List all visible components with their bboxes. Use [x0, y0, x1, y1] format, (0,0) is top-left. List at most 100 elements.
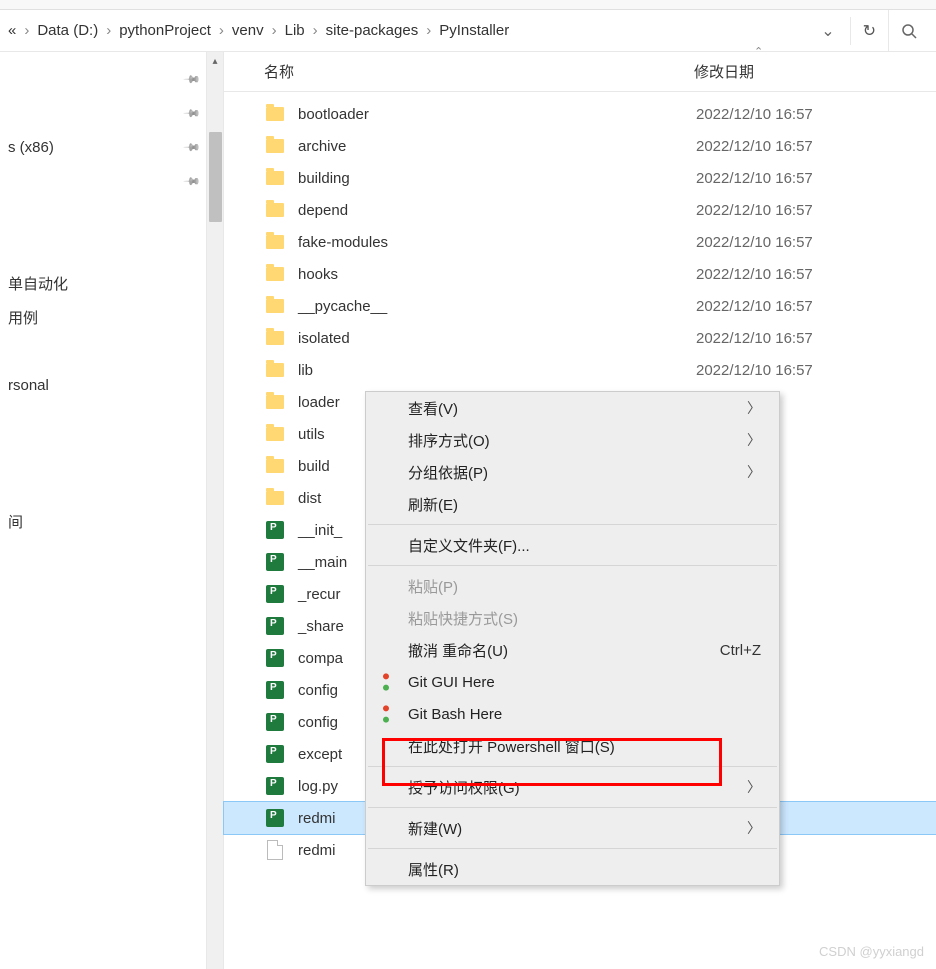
- pin-icon: 📌: [183, 70, 202, 89]
- menu-label: 新建(W): [408, 818, 462, 839]
- menu-label: 在此处打开 Powershell 窗口(S): [408, 736, 615, 757]
- breadcrumb-item[interactable]: PyInstaller: [439, 22, 509, 39]
- git-icon: [376, 704, 396, 724]
- python-file-icon: [264, 807, 286, 829]
- breadcrumb-item[interactable]: venv: [232, 22, 264, 39]
- file-row[interactable]: lib2022/12/10 16:57: [224, 354, 936, 386]
- sidebar-scrollbar[interactable]: ▴: [206, 52, 223, 969]
- menu-label: 属性(R): [408, 859, 459, 880]
- python-file-icon: [264, 583, 286, 605]
- menu-custom-folder[interactable]: 自定义文件夹(F)...: [366, 529, 779, 561]
- file-row[interactable]: isolated2022/12/10 16:57: [224, 322, 936, 354]
- menu-paste-shortcut: 粘贴快捷方式(S): [366, 602, 779, 634]
- python-file-icon: [264, 743, 286, 765]
- file-name: isolated: [298, 330, 696, 347]
- file-date: 2022/12/10 16:57: [696, 106, 813, 123]
- sidebar-item-label: s (x86): [8, 139, 54, 156]
- menu-label: 粘贴(P): [408, 576, 458, 597]
- menu-separator: [368, 524, 777, 525]
- python-file-icon: [264, 551, 286, 573]
- file-row[interactable]: hooks2022/12/10 16:57: [224, 258, 936, 290]
- chevron-right-icon: ›: [219, 22, 224, 39]
- folder-icon: [264, 199, 286, 221]
- chevron-right-icon: 〉: [747, 818, 761, 838]
- menu-paste: 粘贴(P): [366, 570, 779, 602]
- file-name: fake-modules: [298, 234, 696, 251]
- sidebar-item[interactable]: 📌: [0, 62, 223, 96]
- folder-icon: [264, 135, 286, 157]
- breadcrumb-item[interactable]: Lib: [285, 22, 305, 39]
- python-file-icon: [264, 775, 286, 797]
- file-date: 2022/12/10 16:57: [696, 202, 813, 219]
- file-row[interactable]: depend2022/12/10 16:57: [224, 194, 936, 226]
- git-icon: [376, 672, 396, 692]
- chevron-right-icon: 〉: [747, 462, 761, 482]
- column-header-name[interactable]: 名称: [264, 61, 694, 82]
- sidebar-item[interactable]: s (x86)📌: [0, 130, 223, 164]
- folder-icon: [264, 455, 286, 477]
- search-button[interactable]: [888, 10, 928, 51]
- sidebar-item[interactable]: [0, 334, 223, 368]
- sidebar-item[interactable]: rsonal: [0, 368, 223, 402]
- folder-icon: [264, 391, 286, 413]
- refresh-button[interactable]: ↻: [850, 17, 888, 45]
- sidebar-item[interactable]: 间: [0, 504, 223, 538]
- sidebar-item[interactable]: 单自动化: [0, 266, 223, 300]
- column-date-label: 修改日期: [694, 64, 754, 81]
- file-row[interactable]: fake-modules2022/12/10 16:57: [224, 226, 936, 258]
- sidebar-item[interactable]: 📌: [0, 96, 223, 130]
- menu-access[interactable]: 授予访问权限(G)〉: [366, 771, 779, 803]
- breadcrumb-start[interactable]: «: [8, 22, 16, 39]
- chevron-right-icon: ›: [313, 22, 318, 39]
- menu-new[interactable]: 新建(W) 〉: [366, 812, 779, 844]
- sidebar-item[interactable]: [0, 436, 223, 470]
- sidebar-item[interactable]: [0, 402, 223, 436]
- scroll-up-icon[interactable]: ▴: [207, 52, 223, 70]
- menu-powershell[interactable]: 在此处打开 Powershell 窗口(S): [366, 730, 779, 762]
- menu-label: 分组依据(P): [408, 462, 488, 483]
- path-dropdown-button[interactable]: ⌄: [811, 17, 844, 45]
- menu-label: 刷新(E): [408, 494, 458, 515]
- menu-sort[interactable]: 排序方式(O)〉: [366, 424, 779, 456]
- menu-properties[interactable]: 属性(R): [366, 853, 779, 885]
- python-file-icon: [264, 519, 286, 541]
- chevron-right-icon: ›: [426, 22, 431, 39]
- menu-label: 授予访问权限(G): [408, 777, 520, 798]
- menu-refresh[interactable]: 刷新(E): [366, 488, 779, 520]
- file-date: 2022/12/10 16:57: [696, 330, 813, 347]
- file-row[interactable]: bootloader2022/12/10 16:57: [224, 98, 936, 130]
- sidebar-item[interactable]: [0, 232, 223, 266]
- python-file-icon: [264, 647, 286, 669]
- scroll-thumb[interactable]: [209, 132, 222, 222]
- sidebar-item[interactable]: 用例: [0, 300, 223, 334]
- menu-label: 排序方式(O): [408, 430, 490, 451]
- breadcrumb-item[interactable]: pythonProject: [119, 22, 211, 39]
- pin-icon: 📌: [183, 104, 202, 123]
- file-name: __pycache__: [298, 298, 696, 315]
- pin-icon: 📌: [183, 172, 202, 191]
- menu-group[interactable]: 分组依据(P) 〉: [366, 456, 779, 488]
- menu-undo[interactable]: 撤消 重命名(U)Ctrl+Z: [366, 634, 779, 666]
- chevron-right-icon: ›: [272, 22, 277, 39]
- folder-icon: [264, 359, 286, 381]
- menu-view[interactable]: 查看(V)〉: [366, 392, 779, 424]
- sidebar-item[interactable]: 📌: [0, 164, 223, 198]
- breadcrumb-item[interactable]: site-packages: [326, 22, 419, 39]
- breadcrumb: « › Data (D:) › pythonProject › venv › L…: [8, 22, 811, 39]
- breadcrumb-item[interactable]: Data (D:): [37, 22, 98, 39]
- menu-separator: [368, 565, 777, 566]
- menu-git-gui[interactable]: Git GUI Here: [366, 666, 779, 698]
- file-row[interactable]: archive2022/12/10 16:57: [224, 130, 936, 162]
- column-headers: 名称 ⌃ 修改日期: [224, 52, 936, 92]
- file-name: lib: [298, 362, 696, 379]
- sidebar-item[interactable]: [0, 470, 223, 504]
- column-header-date[interactable]: ⌃ 修改日期: [694, 61, 894, 82]
- file-row[interactable]: __pycache__2022/12/10 16:57: [224, 290, 936, 322]
- menu-git-bash[interactable]: Git Bash Here: [366, 698, 779, 730]
- file-row[interactable]: building2022/12/10 16:57: [224, 162, 936, 194]
- file-name: hooks: [298, 266, 696, 283]
- file-date: 2022/12/10 16:57: [696, 138, 813, 155]
- file-date: 2022/12/10 16:57: [696, 234, 813, 251]
- sidebar-item[interactable]: [0, 198, 223, 232]
- text-file-icon: [264, 839, 286, 861]
